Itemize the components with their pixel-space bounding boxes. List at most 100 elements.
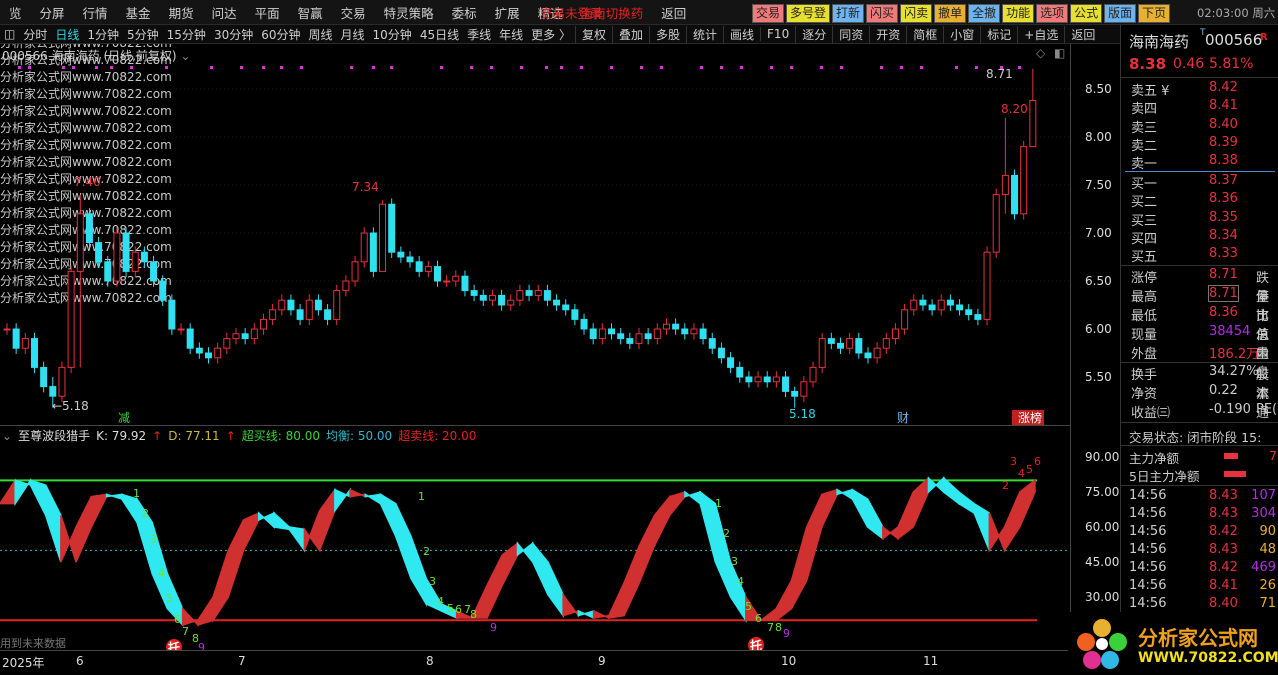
stat-row-label: 现量	[1131, 328, 1158, 343]
quick-button[interactable]: 选项	[1036, 4, 1069, 23]
candle-down	[525, 290, 533, 296]
menu-item[interactable]: 行情	[74, 3, 117, 22]
quick-button[interactable]: 多号登	[786, 4, 831, 23]
period-tab[interactable]: 年线	[495, 26, 527, 43]
period-tab[interactable]: 月线	[337, 26, 369, 43]
period-tab[interactable]: 周线	[305, 26, 337, 43]
tool-button[interactable]: 小窗	[943, 25, 980, 43]
menu-item[interactable]: 览	[0, 3, 31, 22]
tool-button[interactable]: +自选	[1017, 25, 1064, 43]
candle-down	[553, 299, 561, 306]
candle-up	[379, 203, 387, 272]
tool-button[interactable]: 复权	[574, 25, 612, 43]
candle-up	[635, 333, 643, 344]
signal-dot	[520, 66, 523, 69]
menu-item[interactable]: 问达	[203, 3, 246, 22]
candle-up	[131, 251, 139, 272]
menu-item[interactable]: 平面	[246, 3, 289, 22]
period-tab[interactable]: 15分钟	[163, 26, 210, 43]
period-tab[interactable]: 60分钟	[257, 26, 304, 43]
bid-row-label: 买五	[1131, 250, 1158, 266]
kd-ribbon-segment	[684, 490, 701, 506]
tool-button[interactable]: 多股	[648, 25, 686, 43]
chevron-down-icon[interactable]: ⌄	[180, 49, 190, 63]
tool-button[interactable]: 画线	[723, 25, 760, 43]
quick-button[interactable]: 打新	[832, 4, 865, 23]
tool-button[interactable]: 同资	[832, 25, 869, 43]
menu-item[interactable]: 期货	[160, 3, 203, 22]
stat-row-value: 8.71	[1209, 267, 1238, 282]
panel-toggle-icon[interactable]: ◧	[1054, 46, 1065, 60]
date-tick: 7	[238, 654, 246, 668]
menu-item[interactable]: 委标	[443, 3, 486, 22]
tool-button[interactable]: 统计	[686, 25, 723, 43]
stock-name: 海南海药	[1129, 33, 1190, 51]
period-tab[interactable]: 分时	[19, 26, 51, 43]
tool-button[interactable]: 简框	[906, 25, 943, 43]
tick-price: 8.42	[1209, 524, 1238, 539]
menu-item[interactable]: 交易	[332, 3, 375, 22]
period-tab[interactable]: 更多 〉	[527, 26, 575, 43]
menu-item[interactable]: 基金	[117, 3, 160, 22]
quick-button[interactable]: 交易	[752, 4, 785, 23]
period-tab[interactable]: 5分钟	[123, 26, 163, 43]
tool-button[interactable]: 返回	[1064, 25, 1101, 43]
kline-chart[interactable]: 7.40 ←5.18 7.34 5.18 8.20 8.71 减 财 涨榜	[0, 44, 1070, 425]
quick-button[interactable]: 版面	[1104, 4, 1137, 23]
candle-up	[534, 290, 542, 296]
kd-ribbon-segment	[334, 487, 351, 513]
candle-up	[424, 266, 432, 272]
quick-button[interactable]: 撤单	[934, 4, 967, 23]
tool-button[interactable]: F10	[760, 27, 795, 41]
tuo-label: 托	[168, 640, 180, 650]
kd-ribbon-segment	[531, 541, 549, 595]
period-tab[interactable]: 日线	[51, 26, 83, 43]
candle-up	[1020, 146, 1028, 215]
signal-dot	[62, 66, 65, 69]
candle-down	[140, 251, 148, 263]
candle-down	[30, 338, 38, 368]
candle-down	[571, 309, 579, 320]
flow-label: 5日主力净额	[1129, 469, 1200, 484]
tool-button[interactable]: 开资	[869, 25, 906, 43]
stat-row: 收益㈢ -0.190 PE(	[1131, 402, 1278, 421]
tuo-label: 托	[750, 638, 762, 650]
diamond-icon[interactable]: ◇	[1036, 46, 1045, 60]
quick-button[interactable]: 全撤	[968, 4, 1001, 23]
menu-item[interactable]: 智赢	[289, 3, 332, 22]
ask-row: 卖五 ¥ 8.42	[1131, 80, 1278, 99]
tool-button[interactable]: 逐分	[795, 25, 832, 43]
menu-item[interactable]: 分屏	[31, 3, 74, 22]
kd-ribbon-segment	[988, 512, 1006, 553]
menu-item[interactable]: 返回	[652, 3, 695, 22]
candle-down	[296, 309, 304, 320]
indicator-chart[interactable]: 12345678912345678912345678934562托托 用到未来数…	[0, 445, 1070, 650]
period-tab[interactable]: 45日线	[416, 26, 463, 43]
quick-button[interactable]: 下页	[1138, 4, 1171, 23]
chevron-down-icon[interactable]: ⌄	[2, 429, 12, 443]
candle-up	[598, 328, 606, 340]
indicator-name[interactable]: 至尊波段猎手	[18, 427, 90, 444]
quick-button[interactable]: 闪买	[866, 4, 899, 23]
k-value: K: 79.92	[96, 428, 147, 443]
quick-button[interactable]: 公式	[1070, 4, 1103, 23]
kd-ribbon-segment	[1019, 478, 1036, 528]
period-tab[interactable]: 1分钟	[83, 26, 123, 43]
menu-item[interactable]: 特灵策略	[375, 3, 443, 22]
tool-button[interactable]: 标记	[980, 25, 1017, 43]
candle-up	[259, 318, 267, 330]
quick-button[interactable]: 闪卖	[900, 4, 933, 23]
kd-ribbon-segment	[181, 606, 199, 627]
tool-button[interactable]: 叠加	[611, 25, 649, 43]
candle-up	[772, 376, 780, 383]
candle-down	[104, 261, 112, 282]
layout-toggle-icon[interactable]: ◫	[0, 27, 19, 41]
menu-item[interactable]: 扩展	[486, 3, 529, 22]
period-tab[interactable]: 季线	[463, 26, 495, 43]
stat-row-label: 外盘	[1131, 347, 1158, 362]
period-tab[interactable]: 30分钟	[210, 26, 257, 43]
divider	[1121, 445, 1278, 446]
quick-button[interactable]: 功能	[1002, 4, 1035, 23]
period-tab[interactable]: 10分钟	[369, 26, 416, 43]
price-label: 7.34	[352, 180, 379, 194]
